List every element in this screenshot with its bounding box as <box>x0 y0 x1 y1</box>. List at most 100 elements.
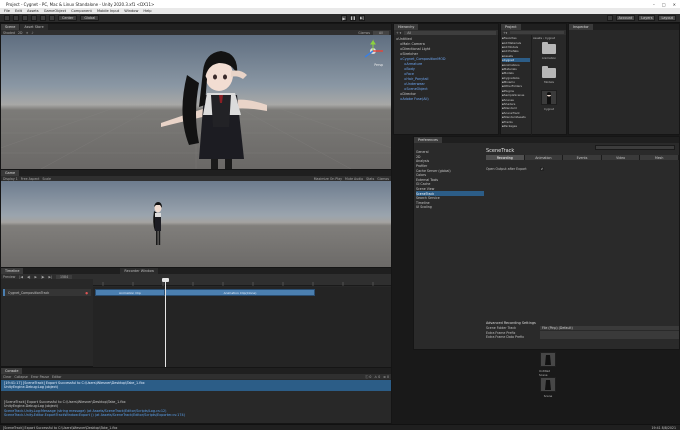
project-create-dropdown[interactable]: +▾ <box>503 31 507 35</box>
tab-preferences[interactable]: Preferences <box>414 137 442 143</box>
tab-timeline[interactable]: Timeline <box>1 268 24 274</box>
preferences-category-ui-scaling[interactable]: UI Scaling <box>416 205 484 210</box>
scene-search[interactable]: All <box>373 30 389 35</box>
hierarchy-item[interactable]: ▫ Adobe Fuse(Ali) <box>396 96 496 101</box>
project-tree-label: Mixamo <box>503 80 515 85</box>
record-icon[interactable]: ● <box>85 291 88 295</box>
info-count-icon[interactable]: ⓘ 0 <box>365 374 371 379</box>
mute-audio-toggle[interactable]: Mute Audio <box>345 177 363 181</box>
scale-label[interactable]: Scale <box>42 177 51 181</box>
asset-tile[interactable]: Untitled Scene <box>539 352 557 377</box>
console-editor-dropdown[interactable]: Editor <box>52 375 61 379</box>
asset-tile[interactable]: Scene <box>539 377 557 399</box>
menu-item[interactable]: Window <box>124 9 138 13</box>
settings-tab-recording[interactable]: Recording <box>486 155 525 160</box>
tab-game[interactable]: Game <box>1 170 20 176</box>
menu-item[interactable]: Help <box>143 9 151 13</box>
timeline-clip-2[interactable]: Animation Clip(Clone) <box>165 289 315 296</box>
hierarchy-search[interactable]: All <box>404 30 496 35</box>
menu-item[interactable]: Assets <box>27 9 39 13</box>
rotate-tool-icon[interactable] <box>22 15 28 21</box>
gizmos-dropdown[interactable]: Gizmos <box>358 31 370 35</box>
next-frame-icon[interactable]: |▶ <box>41 275 45 279</box>
menu-item[interactable]: Mobile Input <box>97 9 119 13</box>
console-clear-button[interactable]: Clear <box>3 375 11 379</box>
advanced-setting-field[interactable] <box>540 335 679 340</box>
shading-dropdown[interactable]: Shaded <box>3 31 15 35</box>
pause-button-icon[interactable]: ❚❚ <box>349 15 356 21</box>
playhead-handle[interactable] <box>162 278 169 282</box>
lighting-icon[interactable]: ☀ <box>26 31 29 35</box>
game-gizmos-dropdown[interactable]: Gizmos <box>377 177 389 181</box>
rect-tool-icon[interactable] <box>40 15 46 21</box>
open-folder-checkbox[interactable]: ✓ <box>540 167 544 172</box>
move-tool-icon[interactable] <box>13 15 19 21</box>
aspect-dropdown[interactable]: Free Aspect <box>21 177 40 181</box>
create-dropdown[interactable]: + ▾ <box>396 31 401 35</box>
account-dropdown[interactable]: Account <box>615 15 636 21</box>
orientation-gizmo-icon[interactable] <box>361 39 385 63</box>
character-model[interactable] <box>149 35 309 169</box>
play-button-icon[interactable]: ▶ <box>340 15 347 21</box>
scene-viewport[interactable]: Persp <box>1 35 391 169</box>
tab-inspector[interactable]: Inspector <box>569 24 593 30</box>
pivot-toggle[interactable]: Center <box>58 15 78 21</box>
asset-tile[interactable]: Animation <box>540 42 558 64</box>
menu-item[interactable]: GameObject <box>44 9 66 13</box>
detail-link[interactable]: SceneTrack.Unity.Editor.ExportTrackWindo… <box>4 413 388 417</box>
layout-dropdown[interactable]: Layout <box>658 15 676 21</box>
go-start-icon[interactable]: |◀ <box>19 275 23 279</box>
maximize-icon[interactable]: □ <box>662 2 666 7</box>
settings-tab-mesh[interactable]: Mesh <box>640 155 679 160</box>
menu-item[interactable]: File <box>4 9 10 13</box>
settings-tab-events[interactable]: Events <box>563 155 602 160</box>
tab-console[interactable]: Console <box>1 368 23 374</box>
scale-tool-icon[interactable] <box>31 15 37 21</box>
project-search[interactable] <box>510 30 564 35</box>
tab-recorder-window[interactable]: Recorder Window <box>120 268 159 274</box>
tab-project[interactable]: Project <box>501 24 521 30</box>
timeline-play-icon[interactable]: ▶ <box>34 275 36 279</box>
step-button-icon[interactable]: ▶| <box>358 15 365 21</box>
advanced-setting-field[interactable]: File (Pinp) (Default) <box>540 326 679 331</box>
display-dropdown[interactable]: Display 1 <box>3 177 18 181</box>
minimize-icon[interactable]: – <box>653 2 655 7</box>
console-error-pause-button[interactable]: Error Pause <box>31 375 49 379</box>
cloud-icon[interactable] <box>606 15 613 21</box>
close-icon[interactable]: ✕ <box>673 2 676 7</box>
settings-tab-video[interactable]: Video <box>601 155 641 160</box>
preview-toggle[interactable]: Preview <box>3 275 15 279</box>
hierarchy-item-label: Underwear <box>406 81 425 86</box>
project-tree-item[interactable]: ▪ Packages <box>502 124 530 128</box>
stats-toggle[interactable]: Stats <box>366 177 374 181</box>
transform-tool-icon[interactable] <box>49 15 55 21</box>
hierarchy-item-label: Directional Light <box>402 46 431 51</box>
space-toggle[interactable]: Global <box>80 15 100 21</box>
asset-tile[interactable]: Cygnet <box>540 90 558 112</box>
settings-tab-animation[interactable]: Animation <box>524 155 564 160</box>
maximize-on-play-toggle[interactable]: Maximize On Play <box>314 177 342 181</box>
prev-frame-icon[interactable]: ◀| <box>27 275 31 279</box>
audio-icon[interactable]: ♪ <box>31 31 33 35</box>
tab-scene[interactable]: Scene <box>1 24 20 30</box>
tab-asset-store[interactable]: Asset Store <box>20 24 48 30</box>
menu-item[interactable]: Component <box>71 9 92 13</box>
layers-dropdown[interactable]: Layers <box>638 15 656 21</box>
tab-hierarchy[interactable]: Hierarchy <box>394 24 419 30</box>
advanced-setting-field[interactable] <box>540 330 679 335</box>
playhead[interactable] <box>165 279 166 367</box>
asset-tile[interactable]: Models <box>540 66 558 88</box>
frame-field[interactable]: 1584 <box>56 274 73 279</box>
2d-toggle[interactable]: 2D <box>18 31 22 35</box>
timeline-clip-1[interactable]: Animation Clip <box>95 289 165 296</box>
menu-item[interactable]: Edit <box>15 9 22 13</box>
error-count-icon[interactable]: ⊗ 0 <box>383 375 389 379</box>
console-entry-selected[interactable]: [19:41:17] [SceneTrack] Export Successfu… <box>1 380 391 391</box>
timeline-track-header[interactable]: Cygnet_CompositionTrack ● <box>3 289 91 296</box>
timeline-ruler[interactable] <box>93 279 391 286</box>
go-end-icon[interactable]: ▶| <box>48 275 52 279</box>
timeline-tracks-area[interactable]: Animation Clip Animation Clip(Clone) <box>93 278 391 367</box>
console-collapse-button[interactable]: Collapse <box>14 375 28 379</box>
hand-tool-icon[interactable] <box>4 15 10 21</box>
warning-count-icon[interactable]: ⚠ 0 <box>374 375 380 379</box>
